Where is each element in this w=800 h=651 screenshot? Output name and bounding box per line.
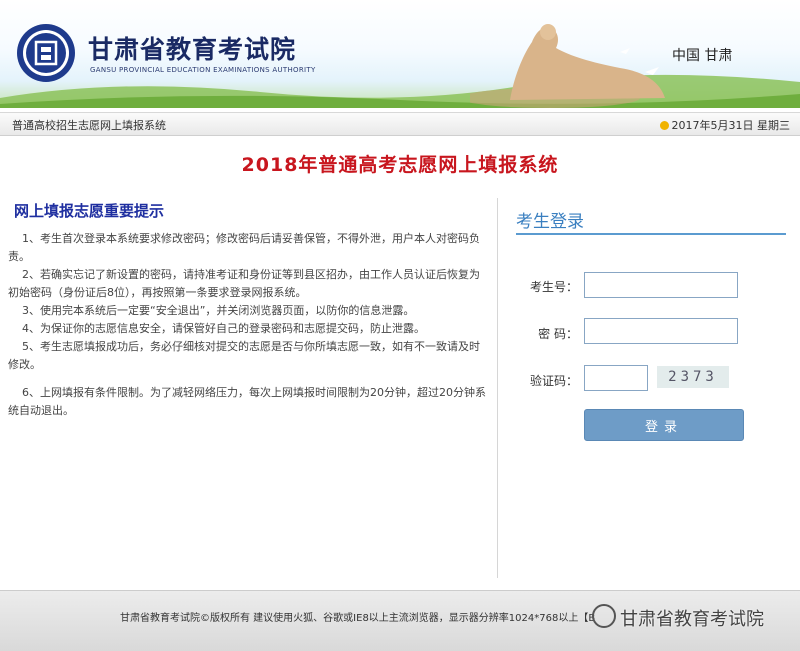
exam-number-input[interactable]: [584, 272, 738, 298]
nav-bar: 普通高校招生志愿网上填报系统 2017年5月31日 星期三: [0, 112, 800, 136]
authority-logo-icon: [17, 24, 75, 82]
password-label: 密 码：: [538, 327, 578, 341]
captcha-image[interactable]: 2373: [657, 366, 729, 388]
notice-item: 3、使用完本系统后一定要“安全退出”，并关闭浏览器页面，以防你的信息泄露。: [22, 304, 415, 317]
org-name-english: GANSU PROVINCIAL EDUCATION EXAMINATIONS …: [90, 66, 316, 74]
hills-decoration: [0, 74, 800, 108]
notice-item: 6、上网填报有条件限制。为了减轻网络压力，每次上网填报时间限制为20分钟，超过2…: [8, 386, 486, 417]
wechat-watermark: 甘肃省教育考试院: [592, 601, 792, 633]
watermark-text: 甘肃省教育考试院: [620, 609, 764, 630]
notice-list: 1、考生首次登录本系统要求修改密码；修改密码后请妥善保管，不得外泄，用户本人对密…: [8, 230, 490, 420]
login-title: 考生登录: [516, 212, 584, 232]
login-title-underline: [516, 233, 786, 235]
region-label: 中国 甘肃: [672, 48, 733, 64]
notice-item: 5、考生志愿填报成功后，务必仔细核对提交的志愿是否与你所填志愿一致，如有不一致请…: [8, 340, 480, 371]
page-title: 2018年普通高考志愿网上填报系统: [241, 154, 559, 176]
notice-item: 4、为保证你的志愿信息安全，请保管好自己的登录密码和志愿提交码，防止泄露。: [22, 322, 425, 335]
footer-copyright: 甘肃省教育考试院©版权所有 建议使用火狐、谷歌或IE8以上主流浏览器，显示器分辨…: [120, 613, 596, 624]
date-bullet-icon: [659, 121, 669, 130]
password-input[interactable]: [584, 318, 738, 344]
captcha-input[interactable]: [584, 365, 648, 391]
system-name: 普通高校招生志愿网上填报系统: [12, 119, 166, 132]
statue-image: [470, 24, 665, 108]
captcha-label: 验证码：: [529, 374, 578, 388]
footer: 甘肃省教育考试院©版权所有 建议使用火狐、谷歌或IE8以上主流浏览器，显示器分辨…: [0, 590, 800, 651]
login-button[interactable]: 登录: [584, 409, 744, 441]
notice-item: 1、考生首次登录本系统要求修改密码；修改密码后请妥善保管，不得外泄，用户本人对密…: [8, 232, 480, 263]
wechat-icon: [592, 604, 616, 628]
org-name: 甘肃省教育考试院: [88, 35, 297, 64]
header-banner: 甘肃省教育考试院 GANSU PROVINCIAL EDUCATION EXAM…: [0, 0, 800, 108]
date-text: 2017年5月31日 星期三: [671, 119, 791, 132]
current-date: 2017年5月31日 星期三: [659, 117, 791, 133]
notice-heading: 网上填报志愿重要提示: [14, 202, 165, 220]
panel-divider: [497, 198, 498, 578]
exam-number-label: 考生号：: [529, 280, 578, 294]
notice-item: 2、若确实忘记了新设置的密码，请持准考证和身份证等到县区招办，由工作人员认证后恢…: [8, 268, 480, 299]
